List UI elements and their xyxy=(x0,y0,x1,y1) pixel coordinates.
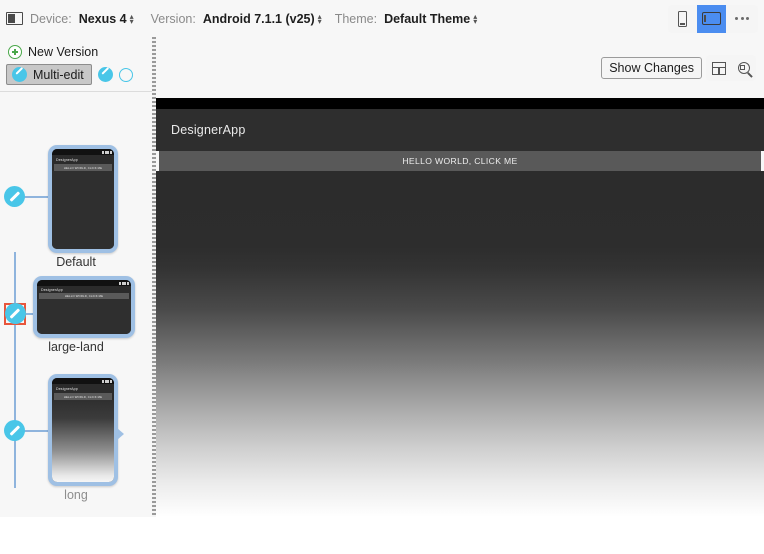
new-version-label: New Version xyxy=(28,45,99,59)
device-status-bar xyxy=(156,98,764,109)
tree-branch-default xyxy=(24,196,48,198)
device-app-title: DesignerApp xyxy=(171,123,246,137)
preview-label-large-land: large-land xyxy=(48,340,104,354)
show-changes-button[interactable]: Show Changes xyxy=(601,57,702,79)
preview-app-title: DesignerApp xyxy=(56,387,78,391)
multi-edit-row: Multi-edit xyxy=(6,64,146,85)
preview-body xyxy=(52,400,114,482)
version-tree: DesignerApp HELLO WORLD, CLICK ME Defaul… xyxy=(0,92,152,554)
device-hello-button-label: HELLO WORLD, CLICK ME xyxy=(402,156,518,166)
versions-sidebar: New Version Multi-edit DesignerApp HELLO… xyxy=(0,37,152,517)
zoom-button[interactable] xyxy=(731,55,756,81)
preview-screen: DesignerApp HELLO WORLD, CLICK ME xyxy=(37,280,131,334)
new-version-button[interactable]: New Version xyxy=(6,42,146,62)
edit-pencil-icon[interactable] xyxy=(97,67,113,82)
preview-body xyxy=(37,299,131,334)
preview-label-long: long xyxy=(64,488,88,502)
preview-default[interactable]: DesignerApp HELLO WORLD, CLICK ME xyxy=(48,145,118,253)
zoom-magnifier-icon xyxy=(737,62,750,74)
preview-body xyxy=(52,171,114,249)
split-layout-button[interactable] xyxy=(706,55,731,81)
device-hello-button[interactable]: HELLO WORLD, CLICK ME xyxy=(159,151,761,171)
preview-button: HELLO WORLD, CLICK ME xyxy=(54,393,112,400)
toolbar-left-group: Device: Nexus 4 ▴ ▾ Version: Android 7.1.… xyxy=(6,12,668,26)
pencil-circle-icon xyxy=(12,67,27,82)
split-layout-icon xyxy=(711,61,726,75)
theme-label: Theme: xyxy=(334,11,378,26)
device-value: Nexus 4 xyxy=(78,11,127,26)
chevron-updown-icon: ▴ ▾ xyxy=(473,11,478,26)
chevron-updown-icon: ▴ ▾ xyxy=(317,11,322,26)
preview-screen: DesignerApp HELLO WORLD, CLICK ME xyxy=(52,378,114,482)
preview-button-label: HELLO WORLD, CLICK ME xyxy=(63,394,103,399)
tree-branch-long xyxy=(24,430,48,432)
sidebar-actions: New Version Multi-edit xyxy=(0,37,152,85)
version-label: Version: xyxy=(150,11,196,26)
orientation-toggle-group xyxy=(668,4,758,33)
circle-outline-icon[interactable] xyxy=(118,67,133,82)
preview-large-land[interactable]: DesignerApp HELLO WORLD, CLICK ME xyxy=(33,276,135,338)
theme-selector[interactable]: Default Theme ▴ ▾ xyxy=(384,12,477,26)
top-toolbar: Device: Nexus 4 ▴ ▾ Version: Android 7.1.… xyxy=(0,0,764,37)
tree-node-icon-large-land[interactable] xyxy=(4,303,26,324)
toolbar-right-group xyxy=(668,4,758,33)
orientation-landscape-button[interactable] xyxy=(697,4,726,33)
tree-trunk-connector xyxy=(14,252,16,488)
orientation-portrait-button[interactable] xyxy=(668,5,697,33)
preview-button: HELLO WORLD, CLICK ME xyxy=(54,164,112,171)
main-canvas: Show Changes DesignerApp HELLO WORLD, CL… xyxy=(156,37,764,517)
plus-circle-icon xyxy=(8,45,22,59)
multi-edit-button[interactable]: Multi-edit xyxy=(6,64,92,85)
preview-screen: DesignerApp HELLO WORLD, CLICK ME xyxy=(52,149,114,249)
preview-button-label: HELLO WORLD, CLICK ME xyxy=(64,294,104,298)
designer-window: Device: Nexus 4 ▴ ▾ Version: Android 7.1.… xyxy=(0,0,764,517)
device-label: Device: xyxy=(30,11,72,26)
version-selector[interactable]: Android 7.1.1 (v25) ▴ ▾ xyxy=(203,12,322,26)
tree-node-icon-long[interactable] xyxy=(4,420,25,441)
device-content-area xyxy=(156,171,764,517)
multi-edit-label: Multi-edit xyxy=(33,67,84,82)
device-preview-canvas[interactable]: DesignerApp HELLO WORLD, CLICK ME xyxy=(156,98,764,517)
theme-value: Default Theme xyxy=(384,11,471,26)
phone-landscape-icon xyxy=(702,12,721,25)
canvas-toolbar: Show Changes xyxy=(601,55,756,81)
preview-app-title: DesignerApp xyxy=(56,158,78,162)
version-value: Android 7.1.1 (v25) xyxy=(202,11,315,26)
preview-button-label: HELLO WORLD, CLICK ME xyxy=(63,165,103,170)
preview-long[interactable]: DesignerApp HELLO WORLD, CLICK ME xyxy=(48,374,124,486)
more-options-icon[interactable] xyxy=(726,17,758,20)
monitor-icon xyxy=(6,12,23,25)
device-app-bar: DesignerApp xyxy=(156,109,764,151)
device-selector[interactable]: Nexus 4 ▴ ▾ xyxy=(79,12,134,26)
chevron-updown-icon: ▴ ▾ xyxy=(129,11,134,26)
tree-node-icon-default[interactable] xyxy=(4,186,25,207)
phone-portrait-icon xyxy=(678,10,687,27)
canvas-icon-group xyxy=(706,55,756,81)
preview-expand-arrow-icon[interactable] xyxy=(117,427,124,440)
preview-label-default: Default xyxy=(56,255,96,269)
preview-app-title: DesignerApp xyxy=(41,288,63,292)
